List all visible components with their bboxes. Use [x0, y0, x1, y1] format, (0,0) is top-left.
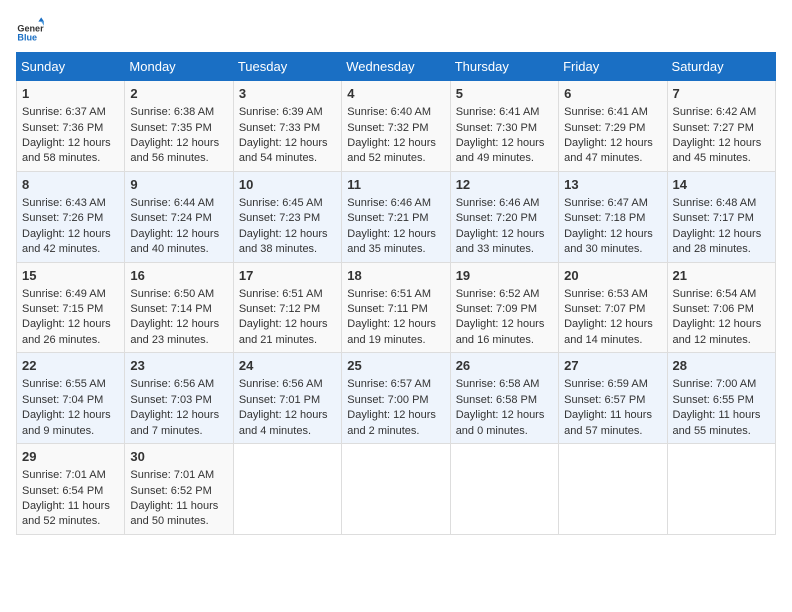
day-number: 18	[347, 267, 444, 285]
day-cell: 17Sunrise: 6:51 AMSunset: 7:12 PMDayligh…	[233, 262, 341, 353]
week-row-1: 1Sunrise: 6:37 AMSunset: 7:36 PMDaylight…	[17, 81, 776, 172]
day-number: 4	[347, 85, 444, 103]
day-cell: 6Sunrise: 6:41 AMSunset: 7:29 PMDaylight…	[559, 81, 667, 172]
svg-text:Blue: Blue	[17, 33, 37, 43]
day-number: 21	[673, 267, 770, 285]
day-number: 24	[239, 357, 336, 375]
column-header-wednesday: Wednesday	[342, 53, 450, 81]
column-header-friday: Friday	[559, 53, 667, 81]
day-cell: 14Sunrise: 6:48 AMSunset: 7:17 PMDayligh…	[667, 171, 775, 262]
day-cell: 22Sunrise: 6:55 AMSunset: 7:04 PMDayligh…	[17, 353, 125, 444]
day-cell: 9Sunrise: 6:44 AMSunset: 7:24 PMDaylight…	[125, 171, 233, 262]
week-row-5: 29Sunrise: 7:01 AMSunset: 6:54 PMDayligh…	[17, 444, 776, 535]
day-number: 2	[130, 85, 227, 103]
day-number: 19	[456, 267, 553, 285]
day-number: 1	[22, 85, 119, 103]
day-number: 16	[130, 267, 227, 285]
calendar-table: SundayMondayTuesdayWednesdayThursdayFrid…	[16, 52, 776, 535]
day-cell: 12Sunrise: 6:46 AMSunset: 7:20 PMDayligh…	[450, 171, 558, 262]
day-number: 27	[564, 357, 661, 375]
day-number: 13	[564, 176, 661, 194]
column-header-monday: Monday	[125, 53, 233, 81]
day-number: 11	[347, 176, 444, 194]
day-cell: 4Sunrise: 6:40 AMSunset: 7:32 PMDaylight…	[342, 81, 450, 172]
day-cell: 15Sunrise: 6:49 AMSunset: 7:15 PMDayligh…	[17, 262, 125, 353]
day-number: 15	[22, 267, 119, 285]
day-cell: 8Sunrise: 6:43 AMSunset: 7:26 PMDaylight…	[17, 171, 125, 262]
day-cell: 28Sunrise: 7:00 AMSunset: 6:55 PMDayligh…	[667, 353, 775, 444]
day-cell: 20Sunrise: 6:53 AMSunset: 7:07 PMDayligh…	[559, 262, 667, 353]
day-number: 12	[456, 176, 553, 194]
day-number: 14	[673, 176, 770, 194]
day-cell	[233, 444, 341, 535]
day-cell: 2Sunrise: 6:38 AMSunset: 7:35 PMDaylight…	[125, 81, 233, 172]
day-number: 7	[673, 85, 770, 103]
day-number: 28	[673, 357, 770, 375]
day-cell: 24Sunrise: 6:56 AMSunset: 7:01 PMDayligh…	[233, 353, 341, 444]
day-cell: 23Sunrise: 6:56 AMSunset: 7:03 PMDayligh…	[125, 353, 233, 444]
day-cell: 10Sunrise: 6:45 AMSunset: 7:23 PMDayligh…	[233, 171, 341, 262]
day-cell: 19Sunrise: 6:52 AMSunset: 7:09 PMDayligh…	[450, 262, 558, 353]
day-number: 20	[564, 267, 661, 285]
week-row-2: 8Sunrise: 6:43 AMSunset: 7:26 PMDaylight…	[17, 171, 776, 262]
day-cell	[342, 444, 450, 535]
column-header-sunday: Sunday	[17, 53, 125, 81]
column-header-thursday: Thursday	[450, 53, 558, 81]
day-cell: 5Sunrise: 6:41 AMSunset: 7:30 PMDaylight…	[450, 81, 558, 172]
day-cell: 30Sunrise: 7:01 AMSunset: 6:52 PMDayligh…	[125, 444, 233, 535]
day-cell: 21Sunrise: 6:54 AMSunset: 7:06 PMDayligh…	[667, 262, 775, 353]
day-number: 29	[22, 448, 119, 466]
day-cell: 16Sunrise: 6:50 AMSunset: 7:14 PMDayligh…	[125, 262, 233, 353]
day-cell: 25Sunrise: 6:57 AMSunset: 7:00 PMDayligh…	[342, 353, 450, 444]
column-header-tuesday: Tuesday	[233, 53, 341, 81]
day-cell: 13Sunrise: 6:47 AMSunset: 7:18 PMDayligh…	[559, 171, 667, 262]
logo-icon: General Blue	[16, 16, 44, 44]
day-cell: 7Sunrise: 6:42 AMSunset: 7:27 PMDaylight…	[667, 81, 775, 172]
day-number: 10	[239, 176, 336, 194]
day-cell	[667, 444, 775, 535]
day-number: 30	[130, 448, 227, 466]
day-number: 5	[456, 85, 553, 103]
day-cell: 3Sunrise: 6:39 AMSunset: 7:33 PMDaylight…	[233, 81, 341, 172]
week-row-3: 15Sunrise: 6:49 AMSunset: 7:15 PMDayligh…	[17, 262, 776, 353]
day-cell: 1Sunrise: 6:37 AMSunset: 7:36 PMDaylight…	[17, 81, 125, 172]
column-header-saturday: Saturday	[667, 53, 775, 81]
calendar-header: SundayMondayTuesdayWednesdayThursdayFrid…	[17, 53, 776, 81]
day-cell: 29Sunrise: 7:01 AMSunset: 6:54 PMDayligh…	[17, 444, 125, 535]
day-cell	[450, 444, 558, 535]
day-cell: 18Sunrise: 6:51 AMSunset: 7:11 PMDayligh…	[342, 262, 450, 353]
day-number: 25	[347, 357, 444, 375]
logo: General Blue	[16, 16, 44, 44]
day-cell: 26Sunrise: 6:58 AMSunset: 6:58 PMDayligh…	[450, 353, 558, 444]
day-number: 22	[22, 357, 119, 375]
calendar-body: 1Sunrise: 6:37 AMSunset: 7:36 PMDaylight…	[17, 81, 776, 535]
day-number: 17	[239, 267, 336, 285]
day-cell: 11Sunrise: 6:46 AMSunset: 7:21 PMDayligh…	[342, 171, 450, 262]
week-row-4: 22Sunrise: 6:55 AMSunset: 7:04 PMDayligh…	[17, 353, 776, 444]
day-number: 23	[130, 357, 227, 375]
day-number: 3	[239, 85, 336, 103]
day-number: 8	[22, 176, 119, 194]
header: General Blue	[16, 16, 776, 44]
day-number: 9	[130, 176, 227, 194]
day-cell	[559, 444, 667, 535]
day-number: 6	[564, 85, 661, 103]
day-cell: 27Sunrise: 6:59 AMSunset: 6:57 PMDayligh…	[559, 353, 667, 444]
day-number: 26	[456, 357, 553, 375]
